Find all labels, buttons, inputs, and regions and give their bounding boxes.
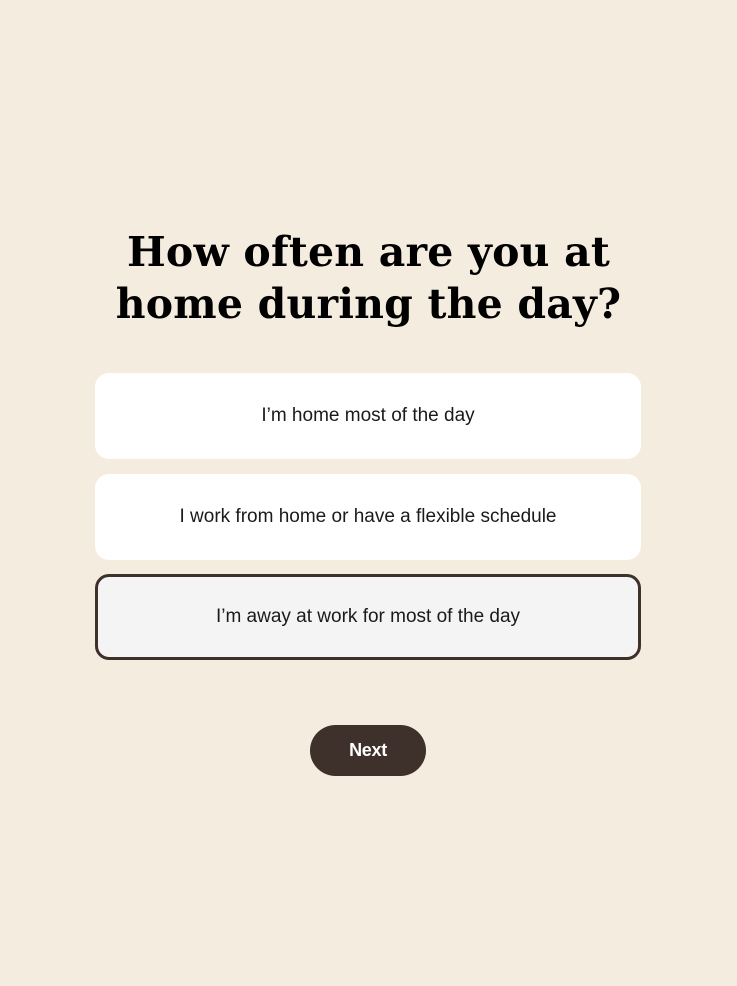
option-away-at-work[interactable]: I’m away at work for most of the day — [95, 574, 641, 660]
option-label: I’m home most of the day — [261, 405, 475, 426]
option-label: I’m away at work for most of the day — [215, 606, 521, 627]
option-work-from-home[interactable]: I work from home or have a flexible sche… — [95, 474, 641, 560]
question-title-line-2: home during the day? — [115, 280, 622, 328]
option-home-most-of-day[interactable]: I’m home most of the day — [95, 373, 641, 459]
question-title: How often are you at home during the day… — [0, 226, 737, 330]
question-title-line-1: How often are you at — [126, 228, 611, 276]
next-button[interactable]: Next — [310, 725, 426, 776]
option-label: I work from home or have a flexible sche… — [179, 506, 557, 527]
